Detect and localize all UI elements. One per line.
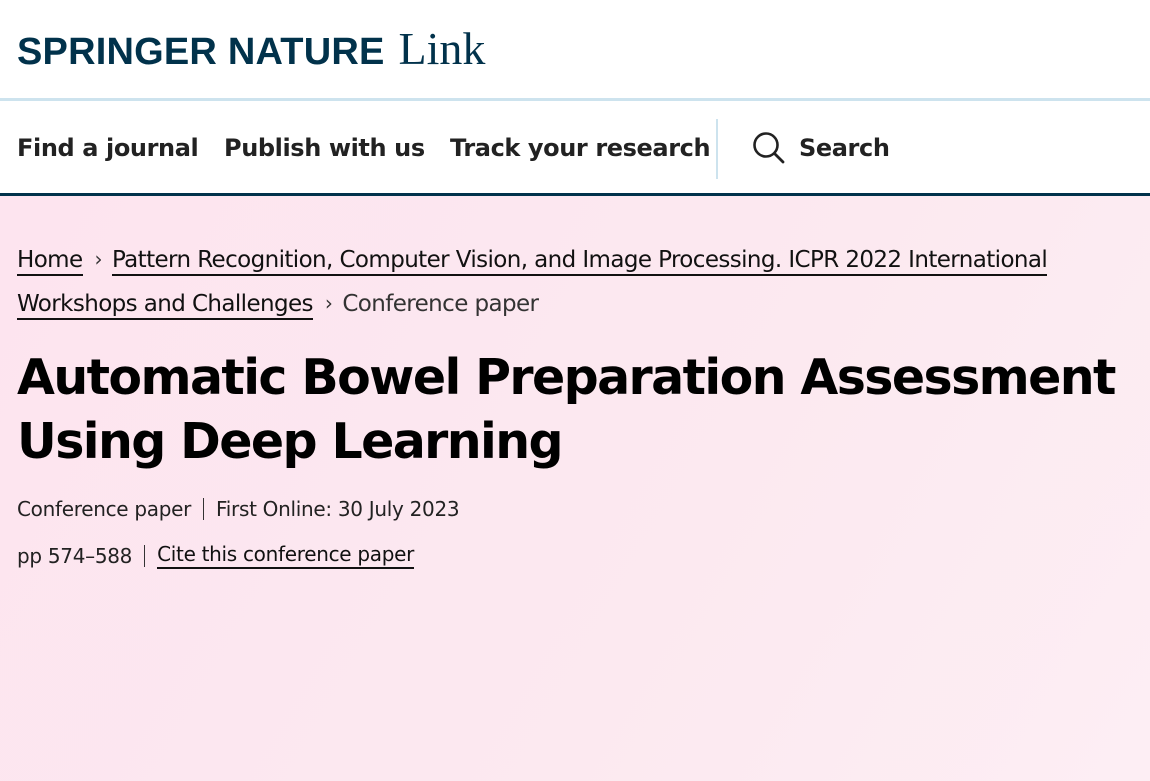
article-meta-pages: pp 574–588 Cite this conference paper: [17, 542, 414, 569]
page-range: pp 574–588: [17, 543, 133, 568]
brand-header: SPRINGER NATURE Link: [0, 0, 1150, 98]
nav-divider: [716, 119, 718, 179]
meta-divider: [203, 498, 205, 520]
springer-nature-link-logo[interactable]: SPRINGER NATURE Link: [17, 22, 485, 75]
nav-find-journal[interactable]: Find a journal: [17, 134, 199, 162]
page-title: Automatic Bowel Preparation Assessment U…: [17, 349, 1116, 470]
chevron-right-icon: ›: [94, 247, 103, 271]
nav-publish-with-us[interactable]: Publish with us: [224, 134, 425, 162]
article-type: Conference paper: [17, 497, 192, 521]
brand-springer-nature: SPRINGER NATURE: [17, 31, 385, 73]
breadcrumb-home[interactable]: Home: [17, 247, 83, 276]
article-meta-type: Conference paper First Online: 30 July 2…: [17, 497, 460, 521]
first-online-date: First Online: 30 July 2023: [216, 497, 460, 521]
search-label: Search: [799, 134, 890, 162]
nav-track-research[interactable]: Track your research: [450, 134, 711, 162]
brand-link: Link: [398, 23, 486, 74]
breadcrumb: Home › Pattern Recognition, Computer Visio…: [17, 238, 1127, 326]
meta-divider: [144, 544, 146, 567]
breadcrumb-current: Conference paper: [342, 291, 539, 317]
chevron-right-icon: ›: [324, 291, 333, 315]
search-icon: [753, 132, 785, 164]
cite-this-paper-link[interactable]: Cite this conference paper: [157, 542, 414, 569]
search-button[interactable]: Search: [752, 131, 890, 165]
main-nav: Find a journal Publish with us Track you…: [0, 98, 1150, 196]
